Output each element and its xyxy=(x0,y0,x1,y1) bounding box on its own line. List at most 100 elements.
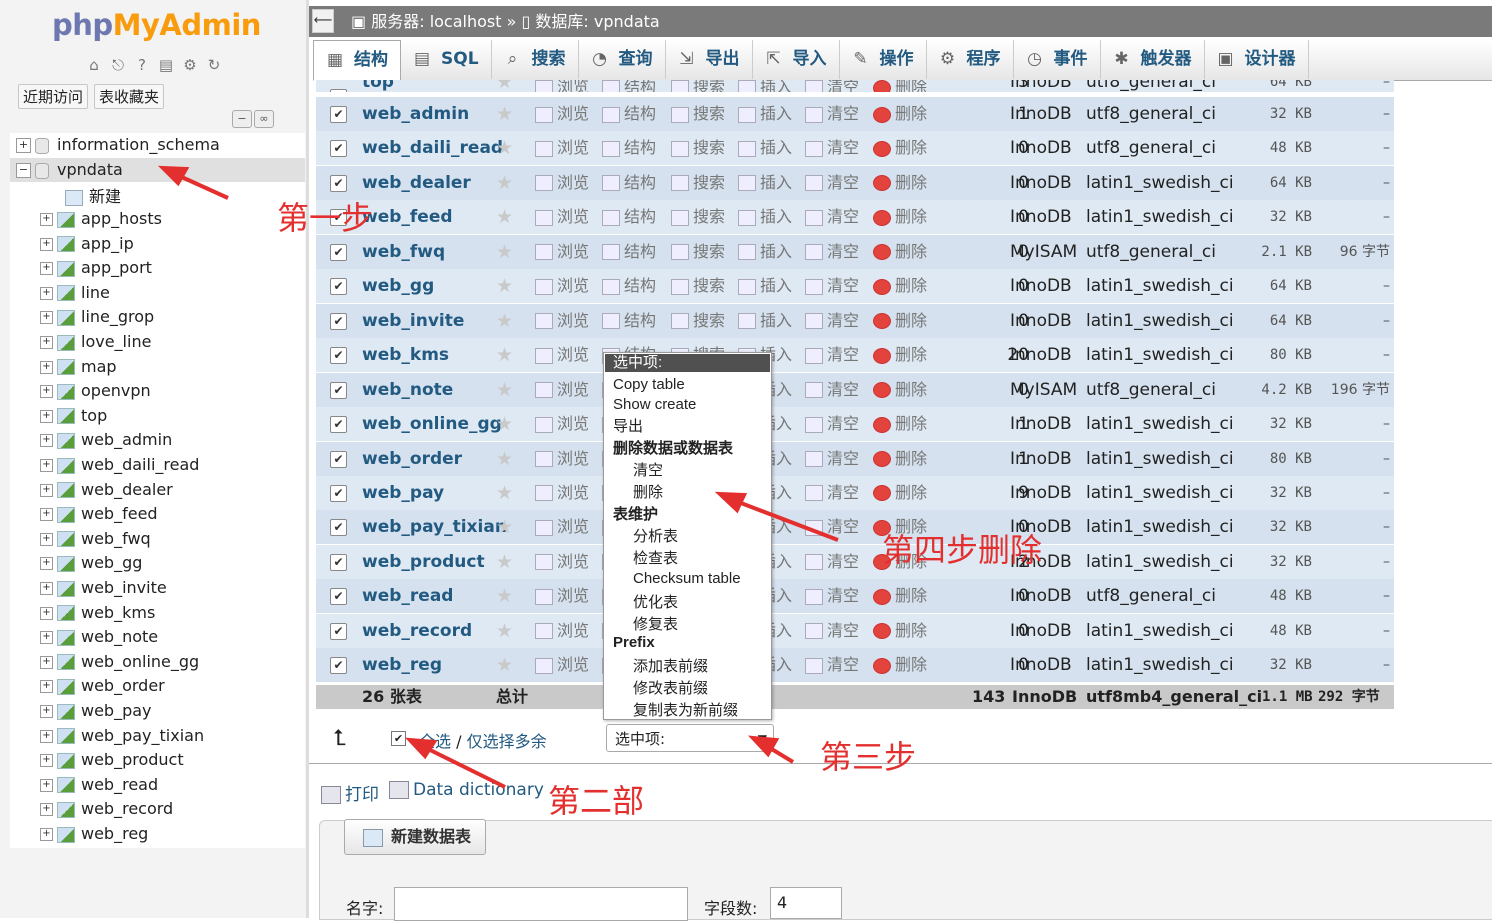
drop-action[interactable]: 删除 xyxy=(873,235,927,269)
empty-action[interactable]: 清空 xyxy=(805,97,859,131)
tab-11[interactable]: ▣ 设计器 xyxy=(1205,40,1309,79)
dropdown-option[interactable]: 导出 xyxy=(613,417,643,437)
browse-action[interactable]: 浏览 xyxy=(535,131,589,165)
row-checkbox[interactable]: ✔ xyxy=(330,588,347,606)
logout-icon[interactable]: ⎋ xyxy=(108,55,128,75)
expand-icon[interactable]: + xyxy=(40,582,53,595)
expand-icon[interactable]: + xyxy=(40,385,53,399)
tree-table-item[interactable]: + line_grop xyxy=(40,305,154,329)
tab-6[interactable]: ⇱ 导入 xyxy=(753,40,840,79)
row-checkbox[interactable]: ✔ xyxy=(330,519,347,537)
expand-icon[interactable]: + xyxy=(40,803,53,817)
search-action[interactable]: 搜索 xyxy=(671,131,725,165)
breadcrumb-server[interactable]: 服务器: localhost xyxy=(371,12,501,31)
tree-table-item[interactable]: + web_order xyxy=(40,674,165,698)
table-name-link[interactable]: web_product xyxy=(362,545,485,579)
drop-action[interactable]: 删除 xyxy=(873,407,927,441)
favorite-star-icon[interactable]: ★ xyxy=(496,510,513,544)
structure-action[interactable]: 结构 xyxy=(602,235,656,269)
table-name-link[interactable]: web_kms xyxy=(362,338,449,372)
expand-icon[interactable]: + xyxy=(40,754,53,768)
empty-action[interactable]: 清空 xyxy=(805,166,859,200)
table-name-link[interactable]: web_note xyxy=(362,373,453,407)
tree-table-item[interactable]: + web_feed xyxy=(40,502,158,526)
empty-action[interactable]: 清空 xyxy=(805,614,859,648)
row-checkbox[interactable]: ✔ xyxy=(330,140,347,158)
structure-action[interactable]: 结构 xyxy=(602,200,656,234)
empty-action[interactable]: 清空 xyxy=(805,235,859,269)
insert-action[interactable]: 插入 xyxy=(738,131,792,165)
field-count-input[interactable]: 4 xyxy=(770,887,842,919)
expand-icon[interactable]: + xyxy=(40,778,53,792)
insert-action[interactable]: 插入 xyxy=(738,304,792,338)
drop-action[interactable]: 删除 xyxy=(873,579,927,613)
empty-action[interactable]: 清空 xyxy=(805,269,859,303)
tree-table-item[interactable]: + web_admin xyxy=(40,428,172,452)
insert-action[interactable]: 插入 xyxy=(738,97,792,131)
browse-action[interactable]: 浏览 xyxy=(535,579,589,613)
structure-action[interactable]: 结构 xyxy=(602,166,656,200)
table-name-link[interactable]: web_record xyxy=(362,614,472,648)
link-icon[interactable]: ∞ xyxy=(254,110,274,128)
empty-action[interactable]: 清空 xyxy=(805,304,859,338)
reload-icon[interactable]: ↻ xyxy=(204,55,224,75)
expand-icon[interactable]: + xyxy=(40,532,53,546)
favorite-star-icon[interactable]: ★ xyxy=(496,648,513,682)
favorite-star-icon[interactable]: ★ xyxy=(496,614,513,648)
tree-table-item[interactable]: + web_fwq xyxy=(40,527,151,551)
expand-icon[interactable]: + xyxy=(40,336,53,349)
table-name-link[interactable]: web_pay_tixian xyxy=(362,510,507,544)
tab-4[interactable]: ◔ 查询 xyxy=(579,40,666,79)
row-checkbox[interactable]: ✔ xyxy=(330,312,347,330)
tree-table-item[interactable]: + openvpn xyxy=(40,379,151,403)
row-checkbox[interactable]: ✔ xyxy=(330,174,347,192)
row-checkbox[interactable]: ✔ xyxy=(330,450,347,468)
tree-table-item[interactable]: + web_reg xyxy=(40,822,148,846)
tree-table-item[interactable]: + web_daili_read xyxy=(40,453,199,477)
expand-icon[interactable]: + xyxy=(40,557,53,571)
favorite-star-icon[interactable]: ★ xyxy=(496,442,513,476)
favorite-star-icon[interactable]: ★ xyxy=(496,579,513,613)
table-name-link[interactable]: web_admin xyxy=(362,97,469,131)
expand-icon[interactable]: + xyxy=(40,483,53,497)
browse-action[interactable]: 浏览 xyxy=(535,269,589,303)
tree-table-item[interactable]: + top xyxy=(40,404,107,428)
tab-3[interactable]: ⌕ 搜索 xyxy=(492,40,579,79)
table-name-link[interactable]: web_reg xyxy=(362,648,442,682)
empty-action[interactable]: 清空 xyxy=(805,338,859,372)
drop-action[interactable]: 删除 xyxy=(873,131,927,165)
drop-action[interactable]: 删除 xyxy=(873,373,927,407)
favorite-star-icon[interactable]: ★ xyxy=(496,373,513,407)
expand-icon[interactable]: + xyxy=(40,729,53,743)
favorite-star-icon[interactable]: ★ xyxy=(496,166,513,200)
create-table-button[interactable]: 新建数据表 xyxy=(344,819,487,855)
row-checkbox[interactable]: ✔ xyxy=(330,657,347,675)
tab-1[interactable]: ▦ 结构 xyxy=(313,40,401,81)
expand-icon[interactable]: + xyxy=(40,459,53,472)
row-checkbox[interactable]: ✔ xyxy=(330,347,347,365)
search-action[interactable]: 搜索 xyxy=(671,80,725,92)
browse-action[interactable]: 浏览 xyxy=(535,80,589,92)
tree-table-item[interactable]: + line xyxy=(40,281,110,305)
browse-action[interactable]: 浏览 xyxy=(535,304,589,338)
table-name-link[interactable]: top xyxy=(362,80,394,91)
tree-table-item[interactable]: + web_kms xyxy=(40,601,155,625)
tree-new-table[interactable]: 新建 xyxy=(65,183,121,207)
row-checkbox[interactable]: ✔ xyxy=(330,243,347,261)
empty-action[interactable]: 清空 xyxy=(805,579,859,613)
tab-8[interactable]: ⚙ 程序 xyxy=(927,40,1014,79)
search-action[interactable]: 搜索 xyxy=(671,269,725,303)
collapse-all-icon[interactable]: − xyxy=(232,110,252,128)
tree-table-item[interactable]: + app_hosts xyxy=(40,207,162,231)
row-checkbox[interactable]: ✔ xyxy=(330,278,347,296)
empty-action[interactable]: 清空 xyxy=(805,200,859,234)
dropdown-option[interactable]: 优化表 xyxy=(633,593,678,613)
tab-10[interactable]: ✱ 触发器 xyxy=(1101,40,1205,79)
table-name-link[interactable]: web_invite xyxy=(362,304,464,338)
row-checkbox[interactable]: ✔ xyxy=(330,381,347,399)
insert-action[interactable]: 插入 xyxy=(738,269,792,303)
empty-action[interactable]: 清空 xyxy=(805,80,859,92)
tree-table-item[interactable]: + web_pay xyxy=(40,699,152,723)
browse-action[interactable]: 浏览 xyxy=(535,648,589,682)
drop-action[interactable]: 删除 xyxy=(873,200,927,234)
